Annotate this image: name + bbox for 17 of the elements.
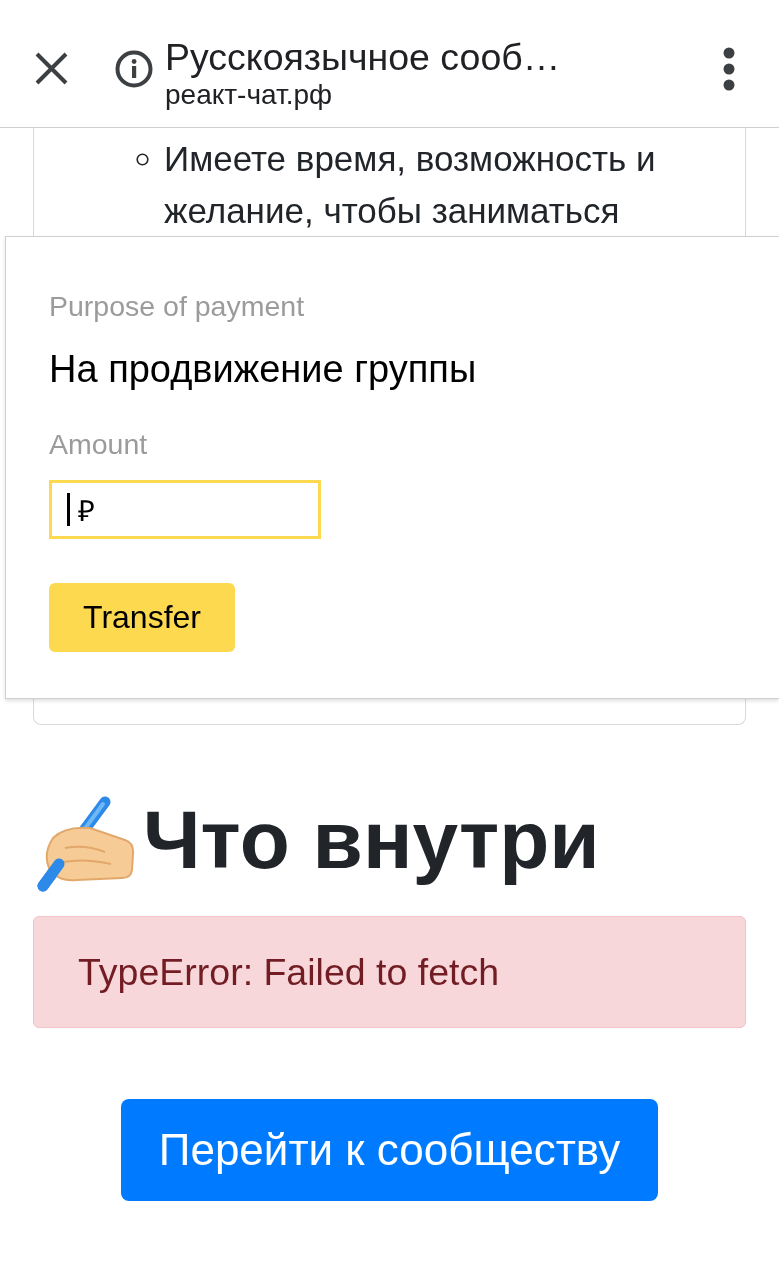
list-bullet-icon <box>136 153 149 166</box>
info-icon[interactable] <box>115 49 153 88</box>
page-url: реакт-чат.рф <box>165 78 333 111</box>
writing-hand-icon <box>35 796 135 892</box>
text-cursor-icon <box>67 493 70 526</box>
error-alert: TypeError: Failed to fetch <box>33 916 746 1028</box>
transfer-button[interactable]: Transfer <box>49 583 235 652</box>
page-title: Русскоязычное сооб… <box>165 34 561 79</box>
purpose-text: На продвижение группы <box>49 348 477 390</box>
more-menu-icon[interactable] <box>722 45 736 92</box>
community-button[interactable]: Перейти к сообществу <box>121 1099 658 1201</box>
close-icon[interactable] <box>35 52 68 85</box>
field-label: Purpose of payment <box>49 290 305 323</box>
field-label: Amount <box>49 428 148 461</box>
list-item-text: Имеете время, возможность и желание, чтобы заниматься <box>164 138 657 232</box>
amount-field[interactable]: ₽ <box>49 480 321 539</box>
section-heading: Что внутри <box>143 793 600 887</box>
